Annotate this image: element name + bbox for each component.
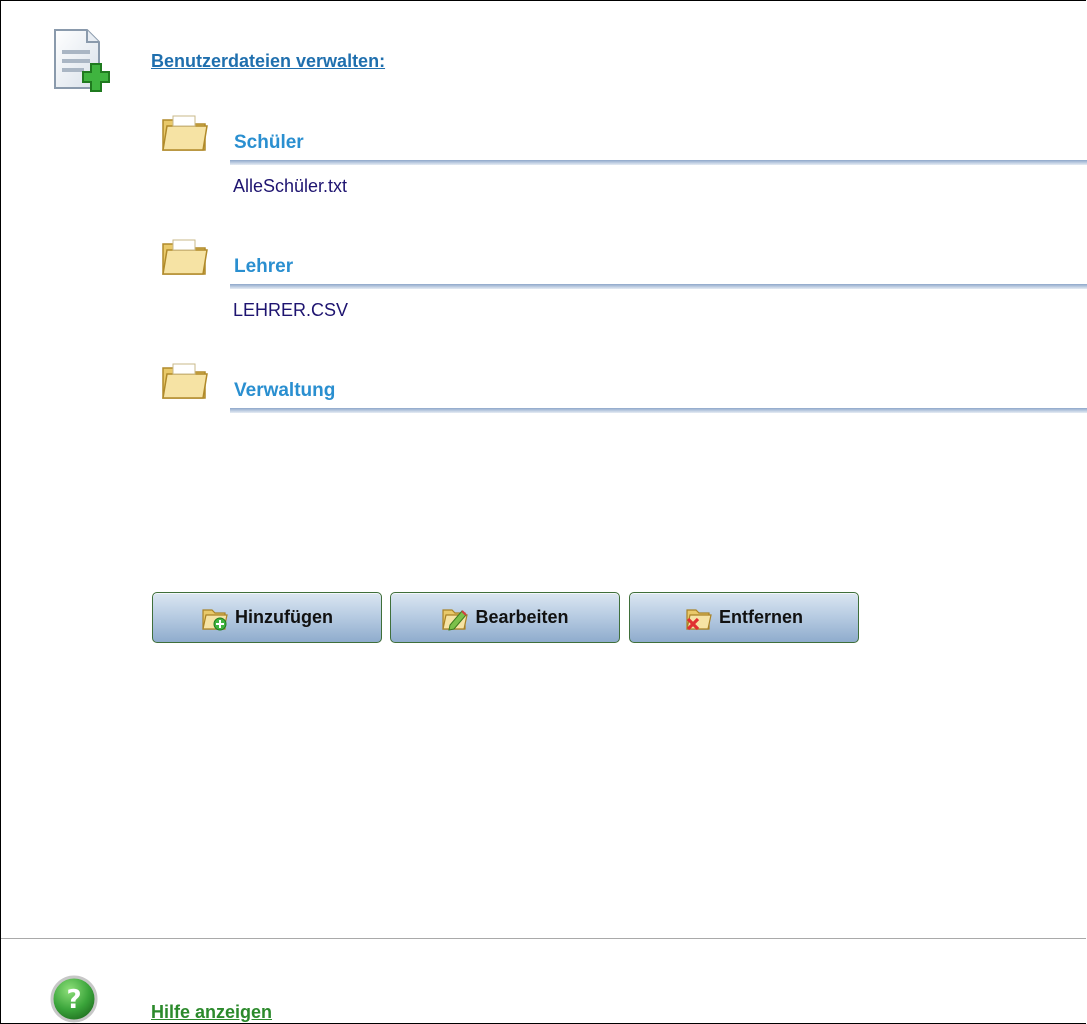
document-add-icon [54,29,110,92]
group-divider [230,284,1087,289]
group-divider [230,408,1087,413]
folder-add-icon [202,608,228,630]
show-help-link[interactable]: Hilfe anzeigen [151,1002,272,1023]
footer-divider [1,938,1086,939]
group-title-lehrer[interactable]: Lehrer [234,256,293,278]
main-panel: Benutzerdateien verwalten: Schüler AlleS… [0,0,1087,1024]
svg-text:?: ? [66,985,81,1015]
group-title-verwaltung[interactable]: Verwaltung [234,380,335,402]
help-icon[interactable]: ? [49,974,99,1024]
folder-icon [162,363,208,399]
group-title-schueler[interactable]: Schüler [234,132,304,154]
folder-icon [162,239,208,275]
remove-button-label: Entfernen [718,607,803,627]
folder-edit-icon [442,608,469,631]
group-divider [230,160,1087,165]
folder-remove-icon [686,608,712,630]
folder-icon [162,115,208,151]
edit-button[interactable]: Bearbeiten [390,592,620,643]
manage-user-files-link[interactable]: Benutzerdateien verwalten: [151,51,385,72]
edit-button-label: Bearbeiten [475,607,569,627]
file-item[interactable]: AlleSchüler.txt [233,176,347,197]
file-item[interactable]: LEHRER.CSV [233,300,348,321]
add-button[interactable]: Hinzufügen [152,592,382,643]
remove-button[interactable]: Entfernen [629,592,859,643]
add-button-label: Hinzufügen [235,607,333,627]
